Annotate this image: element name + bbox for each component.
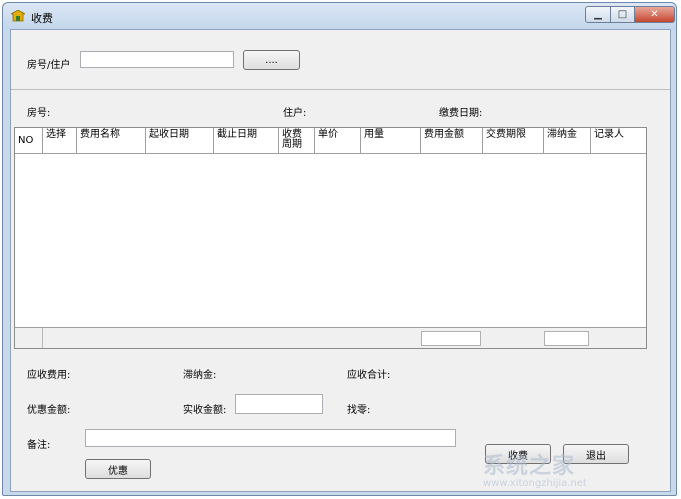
- column-header-recorder[interactable]: 记录人: [591, 128, 646, 154]
- client-area: 房号/住户 .... 房号: 住户: 缴费日期: NO 选择 费用名称 起收日期…: [10, 29, 671, 492]
- room-number-label: 房号:: [27, 108, 51, 119]
- maximize-button[interactable]: □: [610, 6, 635, 23]
- window-title: 收费: [31, 12, 53, 25]
- watermark-url: www.xitongzhijia.net: [483, 478, 587, 489]
- late-fee-label: 滞纳金:: [183, 370, 217, 381]
- separator: [11, 89, 670, 90]
- close-icon: ✕: [650, 9, 659, 20]
- late-fee-total-cell: [544, 331, 589, 346]
- paid-amount-label: 实收金额:: [183, 405, 227, 416]
- minimize-button[interactable]: ▁: [585, 6, 611, 23]
- fee-grid[interactable]: NO 选择 费用名称 起收日期 截止日期 收费 周期 单价 用量 费用金额 交费…: [14, 127, 647, 349]
- column-header-end-date[interactable]: 截止日期: [214, 128, 279, 154]
- room-resident-input[interactable]: [80, 51, 234, 68]
- receivable-fee-label: 应收费用:: [27, 370, 71, 381]
- discount-amount-label: 优惠金额:: [27, 405, 71, 416]
- maximize-icon: □: [617, 9, 628, 20]
- watermark-text: 系统之家: [483, 454, 576, 479]
- column-header-usage[interactable]: 用量: [361, 128, 421, 154]
- close-button[interactable]: ✕: [634, 6, 675, 23]
- grid-summary-row: [15, 327, 646, 348]
- charge-window: 收费 ▁ □ ✕ 房号/住户 .... 房号: 住户: 缴费日期: NO 选择 …: [2, 2, 677, 496]
- column-header-fee-amount[interactable]: 费用金额: [421, 128, 483, 154]
- browse-button[interactable]: ....: [243, 50, 300, 70]
- remark-input[interactable]: [85, 429, 456, 447]
- app-icon: [11, 10, 25, 22]
- room-resident-label: 房号/住户: [27, 60, 71, 71]
- fee-amount-total-cell: [421, 331, 481, 346]
- column-header-no[interactable]: NO: [15, 128, 43, 154]
- column-header-unit-price[interactable]: 单价: [315, 128, 361, 154]
- summary-cell: [15, 328, 43, 348]
- change-label: 找零:: [347, 405, 371, 416]
- payment-date-label: 缴费日期:: [439, 108, 483, 119]
- column-header-charge-period[interactable]: 收费 周期: [279, 128, 315, 154]
- resident-label: 住户:: [283, 108, 307, 119]
- paid-amount-input[interactable]: [235, 394, 323, 414]
- total-receivable-label: 应收合计:: [347, 370, 391, 381]
- column-header-payment-deadline[interactable]: 交费期限: [483, 128, 544, 154]
- column-header-start-date[interactable]: 起收日期: [146, 128, 214, 154]
- column-header-fee-name[interactable]: 费用名称: [77, 128, 146, 154]
- column-header-select[interactable]: 选择: [43, 128, 77, 154]
- minimize-icon: ▁: [594, 9, 602, 20]
- column-header-late-fee[interactable]: 滞纳金: [544, 128, 591, 154]
- remark-label: 备注:: [27, 440, 51, 451]
- watermark: 系统之家 www.xitongzhijia.net: [483, 448, 587, 489]
- title-bar[interactable]: 收费 ▁ □ ✕: [3, 3, 676, 29]
- discount-button[interactable]: 优惠: [85, 459, 151, 479]
